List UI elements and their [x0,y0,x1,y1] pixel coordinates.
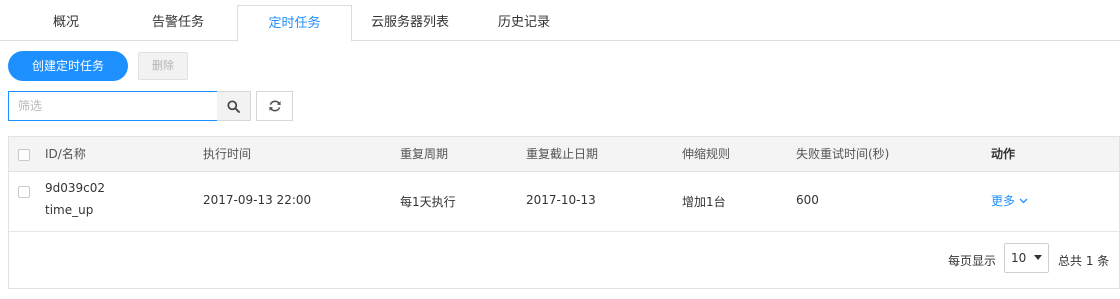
column-header-repeat: 重复周期 [400,147,449,161]
per-page-value: 10 [1011,251,1027,265]
per-page-label: 每页显示 [948,254,997,268]
tab-server-list[interactable]: 云服务器列表 [356,5,464,41]
column-header-action: 动作 [991,147,1016,161]
repeat-cell: 每1天执行 [400,195,456,209]
search-icon [227,99,240,113]
table-header: ID/名称 执行时间 重复周期 重复截止日期 伸缩规则 失败重试时间(秒) 动作 [9,137,1119,172]
scheduled-task-table: ID/名称 执行时间 重复周期 重复截止日期 伸缩规则 失败重试时间(秒) 动作… [8,136,1120,289]
tab-bar: 概况 告警任务 定时任务 云服务器列表 历史记录 [0,0,1120,42]
end-date-cell: 2017-10-13 [526,193,596,207]
task-id: 9d039c02 [45,181,106,195]
table-row: 9d039c02 time_up 2017-09-13 22:00 每1天执行 … [9,172,1119,232]
tab-overview[interactable]: 概况 [16,5,116,41]
row-checkbox[interactable] [18,186,30,198]
more-actions-link[interactable]: 更多 [991,192,1028,209]
column-header-id-name: ID/名称 [45,147,86,161]
refresh-button[interactable] [256,91,293,121]
column-header-end-date: 重复截止日期 [526,147,599,161]
task-name: time_up [45,203,94,217]
total-count-label: 总共 1 条 [1058,254,1110,268]
column-header-exec-time: 执行时间 [203,147,252,161]
delete-button[interactable]: 删除 [138,52,188,80]
chevron-down-icon [1019,198,1028,203]
exec-time-cell: 2017-09-13 22:00 [203,193,312,207]
column-header-retry-time: 失败重试时间(秒) [796,147,890,161]
create-scheduled-task-button[interactable]: 创建定时任务 [8,51,128,81]
filter-input[interactable] [8,91,218,121]
per-page-select[interactable]: 10 [1004,243,1049,273]
tab-scheduled-tasks[interactable]: 定时任务 [237,5,352,42]
retry-time-cell: 600 [796,193,819,207]
scaling-rule-cell: 增加1台 [682,195,726,209]
more-actions-label: 更多 [991,194,1016,208]
search-button[interactable] [217,91,251,121]
tab-history[interactable]: 历史记录 [474,5,574,41]
select-all-checkbox[interactable] [18,149,30,161]
column-header-scaling-rule: 伸缩规则 [682,147,731,161]
caret-down-icon [1034,255,1042,260]
tab-alarm-tasks[interactable]: 告警任务 [128,5,228,41]
refresh-icon [268,100,281,112]
